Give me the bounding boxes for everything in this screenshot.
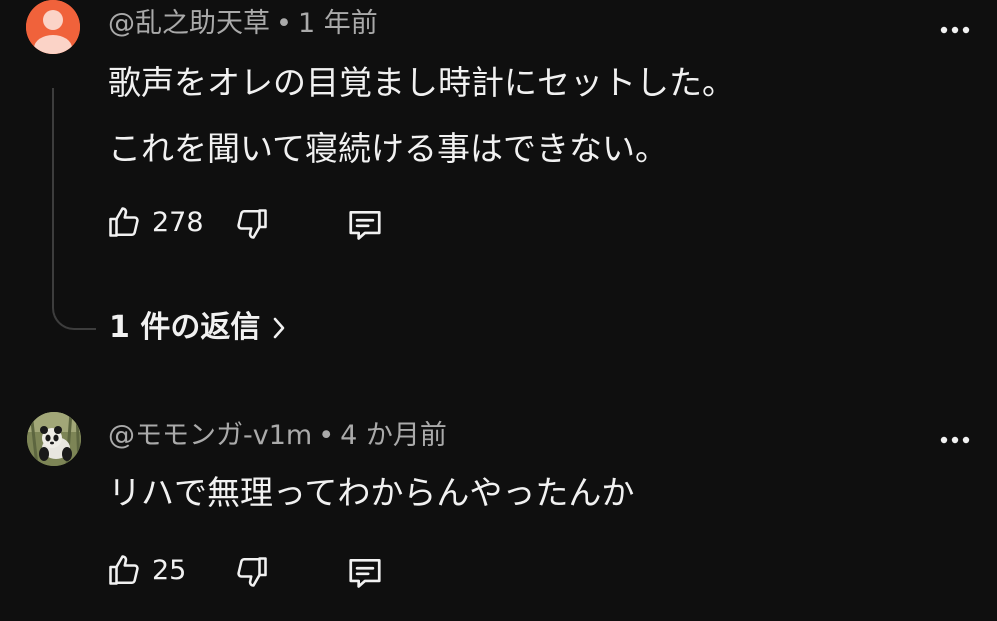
like-count: 25 <box>152 554 187 586</box>
meta-separator: • <box>318 420 335 451</box>
avatar[interactable] <box>26 0 80 54</box>
thumb-up-icon <box>109 555 139 585</box>
more-vertical-dots-icon <box>940 26 970 34</box>
comments-section: @乱之助天草 • 1 年前 歌声をオレの目覚まし時計にセットした。 これを聞いて寝続… <box>0 0 997 621</box>
comment-menu-button[interactable] <box>935 10 975 50</box>
thumb-up-icon <box>109 207 139 237</box>
thumb-down-icon <box>237 557 267 587</box>
avatar[interactable] <box>27 412 81 466</box>
comment-reply-icon <box>349 558 381 588</box>
comment-reply-icon <box>349 210 381 240</box>
more-vertical-dots-icon <box>940 436 970 444</box>
comment-text-line: 歌声をオレの目覚まし時計にセットした。 <box>108 63 735 102</box>
meta-separator: • <box>276 8 292 39</box>
reply-button[interactable] <box>346 554 384 592</box>
comment-menu-button[interactable] <box>935 420 975 460</box>
dislike-button[interactable] <box>234 206 270 242</box>
comment-text-line: リハで無理ってわからんやったんか <box>108 473 635 512</box>
view-replies-button[interactable]: 1 件の返信 <box>109 313 286 343</box>
like-count: 278 <box>152 206 204 238</box>
comment-time[interactable]: 1 年前 <box>298 8 378 39</box>
comment-text-line: これを聞いて寝続ける事はできない。 <box>108 129 669 168</box>
comment-author[interactable]: @乱之助天草 <box>108 8 270 39</box>
panda-photo <box>27 412 81 466</box>
like-button[interactable]: 278 <box>106 204 204 240</box>
comment-time[interactable]: 4 か月前 <box>340 420 447 451</box>
dislike-button[interactable] <box>234 554 270 590</box>
thumb-down-icon <box>237 209 267 239</box>
chevron-right-icon <box>274 317 285 339</box>
reply-button[interactable] <box>346 206 384 244</box>
thread-connector-line <box>52 88 96 330</box>
comment-author[interactable]: @モモンガ-v1m <box>108 420 312 451</box>
like-button[interactable]: 25 <box>106 552 186 588</box>
comment-meta: @モモンガ-v1m • 4 か月前 <box>108 422 447 449</box>
replies-label: 1 件の返信 <box>109 310 261 345</box>
default-person-icon <box>26 0 80 54</box>
comment-meta: @乱之助天草 • 1 年前 <box>108 10 378 37</box>
